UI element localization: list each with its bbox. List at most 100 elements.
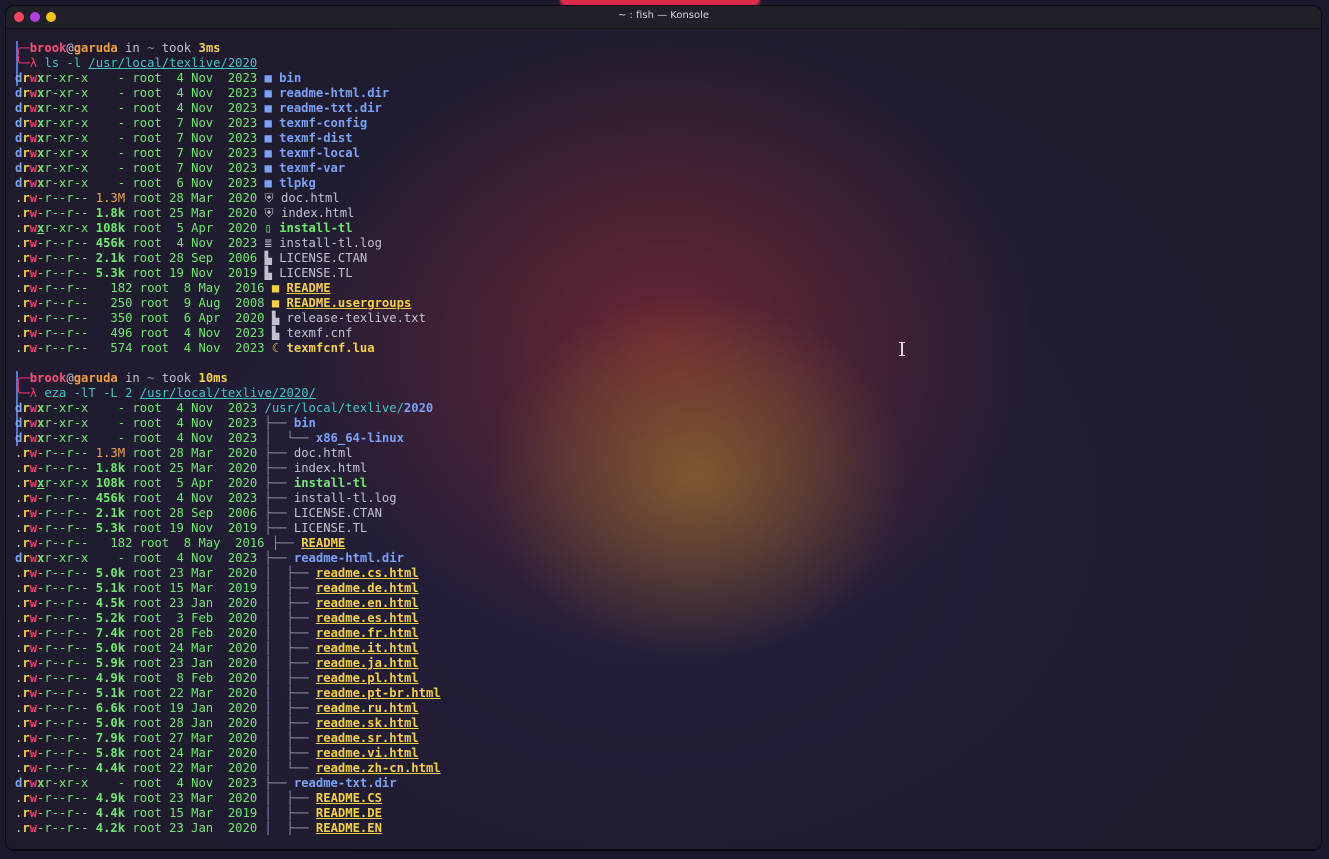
terminal-line: .rw-r--r-- 1.8k root 25 Mar 2020 ⛨ index… [15,206,354,221]
terminal-text: r-xr-x - root 7 Nov 2023 [44,161,265,175]
terminal-text: 4.4k [95,761,126,775]
terminal-text: -r--r-- [37,761,96,775]
terminal-text: r [22,536,30,550]
terminal-text: r [22,476,30,490]
terminal-line: .rw-r--r-- 2.1k root 28 Sep 2006 ├── LIC… [15,506,382,521]
terminal-text: -r--r-- [37,566,96,580]
terminal-text: r [22,416,30,430]
terminal-text: w [29,476,38,490]
terminal-text: │ ├── [264,686,316,700]
terminal-text: w [29,416,38,430]
terminal-text: ⛨ doc.html [264,191,340,205]
terminal-text: r-xr-x - root 7 Nov 2023 [44,116,265,130]
terminal-text: LICENSE.CTAN [293,506,382,520]
terminal-text: r [22,206,30,220]
terminal-text: root 22 Mar 2020 [125,686,265,700]
terminal-text: root 4 Nov 2023 [125,491,265,505]
terminal-text: w [29,206,38,220]
terminal-text: λ [29,386,38,400]
terminal-text: -r--r-- [37,641,96,655]
terminal-text: LICENSE.TL [293,521,368,535]
terminal-text: texmfcnf.lua [286,341,375,355]
terminal-text: r-xr-x - root 4 Nov 2023 [44,776,265,790]
terminal-text: w [29,236,38,250]
terminal-line: drwxr-xr-x - root 7 Nov 2023 ■ texmf-dis… [15,131,353,146]
terminal-text: r [22,461,30,475]
terminal-text: root 4 Nov 2023 [125,236,265,250]
terminal-text: -r--r-- [37,596,96,610]
terminal-text: 6.6k [95,701,126,715]
terminal-text: 3ms [198,41,221,55]
terminal-text: r [22,581,30,595]
terminal-text: 5.0k [95,566,126,580]
terminal-text: @ [66,371,74,385]
terminal-text: w [29,446,38,460]
terminal-text: -r--r-- [37,251,96,265]
terminal-text: -r--r-- [37,521,96,535]
terminal-text: README.CS [315,791,382,805]
terminal-text: r [22,656,30,670]
terminal-text: 2020 [403,401,434,415]
terminal-text: w [29,431,38,445]
terminal-text: w [29,581,38,595]
terminal-text: │ ├── [264,656,316,670]
terminal-text: r [22,551,30,565]
title-bar[interactable]: ~ : fish — Konsole [6,6,1321,29]
terminal-text: w [29,776,38,790]
terminal-text: 350 [103,311,133,325]
terminal-line: drwxr-xr-x - root 4 Nov 2023 ├── readme-… [15,776,397,791]
terminal-line: .rw-r--r-- 4.9k root 23 Mar 2020 │ ├── R… [15,791,382,806]
terminal-text: w [29,596,38,610]
terminal-text: w [29,116,38,130]
terminal-text: root 4 Nov 2023 [132,326,272,340]
terminal-text: r-xr-x - root 4 Nov 2023 [44,401,265,415]
terminal-text: r [22,101,30,115]
terminal-text: r-xr-x [44,476,96,490]
terminal-line: .rw-r--r-- 5.0k root 23 Mar 2020 │ ├── r… [15,566,419,581]
terminal-text: │ ├── [264,611,316,625]
terminal-line: ╰─λ ls -l /usr/local/texlive/2020 [15,56,257,71]
terminal-text: readme.fr.html [315,626,419,640]
terminal-text: r [22,686,30,700]
terminal-line: drwxr-xr-x - root 4 Nov 2023 ├── bin [15,416,316,431]
terminal-text: │ ├── [264,671,316,685]
terminal-text: r [22,236,30,250]
terminal-text: 456k [95,236,126,250]
terminal-text: r-xr-x - root 4 Nov 2023 [44,101,265,115]
terminal-text: ■ [271,281,287,295]
terminal-text: -r--r-- [37,191,96,205]
terminal-text: root 15 Mar 2019 [125,806,265,820]
terminal-line: drwxr-xr-x - root 4 Nov 2023 ├── readme-… [15,551,404,566]
terminal-text: -r--r-- [37,266,96,280]
terminal-text: ▙ LICENSE.CTAN [264,251,368,265]
terminal-text: w [29,566,38,580]
terminal-text: ▙ LICENSE.TL [264,266,353,280]
terminal-text: in [117,41,148,55]
terminal-text: │ ├── [264,731,316,745]
terminal-text: install-tl.log [293,491,397,505]
terminal-text: r [22,221,30,235]
terminal-text: -r--r-- [37,461,96,475]
terminal-text: -r--r-- [37,296,104,310]
terminal-text: readme.it.html [315,641,419,655]
terminal-text: ls -l [37,56,89,70]
terminal-text: w [29,251,38,265]
terminal-line: .rw-r--r-- 182 root 8 May 2016 ■ README [15,281,331,296]
terminal-text: -r--r-- [37,311,104,325]
terminal-output[interactable]: ╭─brook@garuda in ~ took 3ms ╰─λ ls -l /u… [15,41,1311,846]
terminal-text: README [301,536,346,550]
terminal-text: 2.1k [95,506,126,520]
terminal-text: root 4 Nov 2023 [132,341,272,355]
terminal-text: ■ readme-html.dir [264,86,390,100]
terminal-text: root 3 Feb 2020 [125,611,265,625]
terminal-text: r [22,311,30,325]
terminal-line: .rw-r--r-- 5.9k root 23 Jan 2020 │ ├── r… [15,656,419,671]
terminal-line: drwxr-xr-x - root 4 Nov 2023 ■ readme-tx… [15,101,382,116]
terminal-line: .rw-r--r-- 5.2k root 3 Feb 2020 │ ├── re… [15,611,419,626]
terminal-text: -r--r-- [37,446,96,460]
terminal-line: drwxr-xr-x - root 4 Nov 2023 │ └── x86_6… [15,431,404,446]
terminal-text: w [29,611,38,625]
terminal-text: root 8 Feb 2020 [125,671,265,685]
terminal-text: w [29,86,38,100]
terminal-text: x86_64-linux [315,431,404,445]
